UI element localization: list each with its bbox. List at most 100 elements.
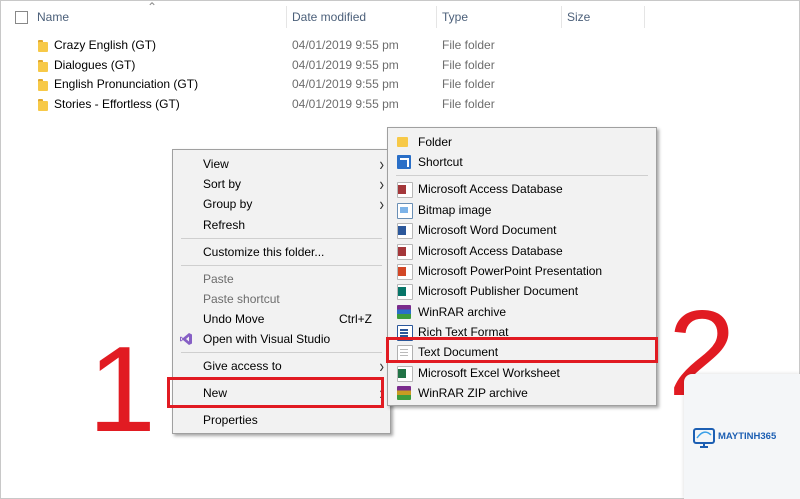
submenu-item-winrar-zip[interactable]: WinRAR ZIP archive	[388, 383, 656, 403]
menu-item-open-visual-studio[interactable]: Open with Visual Studio	[173, 329, 390, 349]
menu-item-label: Customize this folder...	[203, 245, 325, 259]
column-type[interactable]: Type	[442, 0, 468, 34]
file-name: English Pronunciation (GT)	[54, 77, 199, 91]
column-date-modified[interactable]: Date modified	[292, 0, 366, 34]
column-divider[interactable]	[286, 6, 287, 28]
menu-item-label: WinRAR ZIP archive	[418, 386, 528, 400]
folder-icon	[38, 99, 48, 111]
menu-item-label: Paste	[203, 272, 234, 286]
menu-item-label: View	[203, 157, 229, 171]
menu-separator	[396, 175, 648, 176]
menu-item-label: Paste shortcut	[203, 292, 280, 306]
file-type: File folder	[442, 58, 495, 72]
menu-item-label: Shortcut	[418, 155, 463, 169]
menu-item-label: Refresh	[203, 218, 246, 232]
file-row[interactable]: Crazy English (GT) 04/01/2019 9:55 pm Fi…	[34, 36, 574, 55]
powerpoint-icon	[397, 264, 413, 280]
file-row[interactable]: Dialogues (GT) 04/01/2019 9:55 pm File f…	[34, 56, 574, 75]
highlight-new	[167, 377, 384, 408]
menu-item-group-by[interactable]: Group by ›	[173, 193, 390, 215]
keyboard-shortcut: Ctrl+Z	[339, 312, 372, 326]
submenu-item-access-database[interactable]: Microsoft Access Database	[388, 179, 656, 199]
submenu-item-publisher[interactable]: Microsoft Publisher Document	[388, 281, 656, 301]
menu-item-properties[interactable]: Properties	[173, 410, 390, 430]
menu-item-paste-shortcut: Paste shortcut	[173, 289, 390, 309]
highlight-text-document	[386, 337, 658, 363]
submenu-item-excel[interactable]: Microsoft Excel Worksheet	[388, 363, 656, 383]
chevron-right-icon: ›	[379, 193, 384, 215]
menu-item-label: Give access to	[203, 359, 282, 373]
shortcut-icon	[397, 155, 411, 169]
file-name: Crazy English (GT)	[54, 38, 157, 52]
column-size[interactable]: Size	[567, 0, 590, 34]
submenu-item-powerpoint[interactable]: Microsoft PowerPoint Presentation	[388, 261, 656, 281]
publisher-icon	[397, 284, 413, 300]
column-name[interactable]: Name	[37, 0, 69, 34]
submenu-item-word-document[interactable]: Microsoft Word Document	[388, 220, 656, 240]
word-icon	[397, 223, 413, 239]
submenu-item-access-database[interactable]: Microsoft Access Database	[388, 241, 656, 261]
menu-item-give-access[interactable]: Give access to ›	[173, 355, 390, 377]
menu-separator	[181, 352, 382, 353]
folder-icon	[38, 60, 48, 72]
menu-item-label: Sort by	[203, 177, 242, 191]
folder-icon	[38, 79, 48, 91]
menu-item-label: Microsoft Word Document	[418, 223, 557, 237]
menu-item-label: Microsoft PowerPoint Presentation	[418, 264, 603, 278]
menu-separator	[181, 265, 382, 266]
menu-item-label: Microsoft Access Database	[418, 182, 563, 196]
file-row[interactable]: English Pronunciation (GT) 04/01/2019 9:…	[34, 75, 574, 94]
menu-item-customize-folder[interactable]: Customize this folder...	[173, 242, 390, 262]
bitmap-icon	[397, 203, 413, 219]
menu-item-refresh[interactable]: Refresh	[173, 215, 390, 235]
file-date: 04/01/2019 9:55 pm	[292, 58, 399, 72]
file-type: File folder	[442, 97, 495, 111]
column-divider[interactable]	[644, 6, 645, 28]
winrar-icon	[397, 305, 411, 319]
menu-item-label: Microsoft Publisher Document	[418, 284, 579, 298]
column-divider[interactable]	[436, 6, 437, 28]
submenu-item-shortcut[interactable]: Shortcut	[388, 152, 656, 172]
chevron-right-icon: ›	[379, 355, 384, 377]
folder-icon	[397, 137, 408, 147]
menu-item-label: Microsoft Excel Worksheet	[418, 366, 560, 380]
menu-item-label: Undo Move	[203, 312, 265, 326]
menu-separator	[181, 238, 382, 239]
menu-item-label: Group by	[203, 197, 253, 211]
select-all-checkbox[interactable]	[15, 11, 28, 24]
sort-ascending-icon: ⌃	[147, 0, 158, 14]
folder-icon	[38, 40, 48, 52]
file-date: 04/01/2019 9:55 pm	[292, 77, 399, 91]
submenu-item-winrar[interactable]: WinRAR archive	[388, 302, 656, 322]
watermark-brand: MAYTINH365	[718, 431, 777, 442]
menu-item-undo-move[interactable]: Undo Move Ctrl+Z	[173, 309, 390, 329]
submenu-item-bitmap[interactable]: Bitmap image	[388, 200, 656, 220]
column-divider[interactable]	[561, 6, 562, 28]
menu-item-label: WinRAR archive	[418, 305, 507, 319]
file-date: 04/01/2019 9:55 pm	[292, 38, 399, 52]
menu-item-label: Folder	[418, 135, 453, 149]
menu-item-sort-by[interactable]: Sort by ›	[173, 174, 390, 195]
menu-item-label: Microsoft Access Database	[418, 244, 563, 258]
excel-icon	[397, 366, 413, 382]
menu-item-view[interactable]: View ›	[173, 154, 390, 175]
menu-item-label: Open with Visual Studio	[203, 332, 331, 346]
menu-item-paste: Paste	[173, 269, 390, 289]
file-name: Stories - Effortless (GT)	[54, 97, 180, 111]
step-number-1: 1	[88, 321, 156, 457]
access-icon	[397, 244, 413, 260]
column-header: ⌃ Name Date modified Type Size	[0, 0, 800, 34]
menu-item-label: Bitmap image	[418, 203, 492, 217]
file-name: Dialogues (GT)	[54, 58, 136, 72]
access-icon	[397, 182, 413, 198]
submenu-item-folder[interactable]: Folder	[388, 132, 656, 152]
new-submenu: Folder Shortcut Microsoft Access Databas…	[387, 127, 657, 406]
menu-item-label: Properties	[203, 413, 258, 427]
watermark: MAYTINH365	[684, 374, 800, 499]
file-type: File folder	[442, 77, 495, 91]
maytinh365-logo-icon	[692, 426, 718, 450]
file-date: 04/01/2019 9:55 pm	[292, 97, 399, 111]
visual-studio-icon	[179, 332, 193, 346]
file-row[interactable]: Stories - Effortless (GT) 04/01/2019 9:5…	[34, 95, 574, 114]
file-type: File folder	[442, 38, 495, 52]
